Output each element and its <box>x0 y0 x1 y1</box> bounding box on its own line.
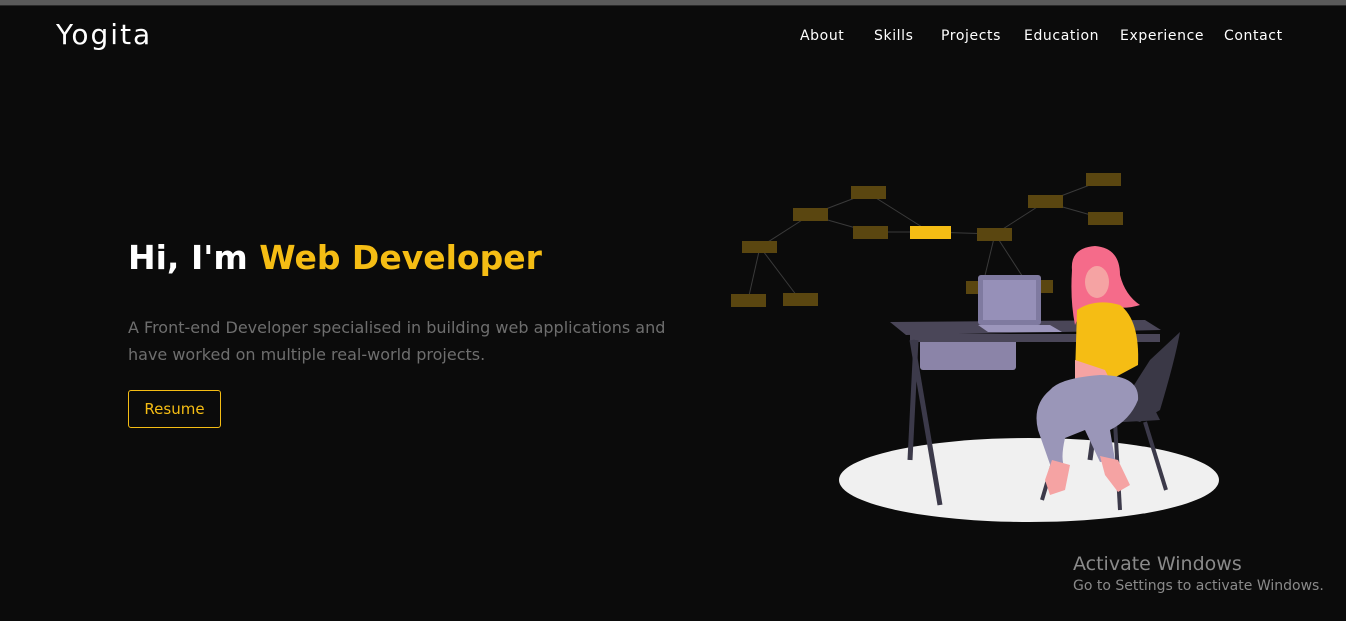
nav-experience[interactable]: Experience <box>1120 28 1204 44</box>
resume-button[interactable]: Resume <box>128 390 221 428</box>
watermark-title: Activate Windows <box>1073 553 1242 575</box>
hero-description: A Front-end Developer specialised in bui… <box>128 318 666 364</box>
hero-headline: Hi, I'm Web Developer <box>128 238 542 277</box>
windows-activation-watermark: Activate Windows Go to Settings to activ… <box>1073 553 1324 597</box>
nav-education[interactable]: Education <box>1024 28 1099 44</box>
developer-at-desk-illustration <box>731 173 1219 522</box>
browser-top-edge <box>0 0 1346 6</box>
main-nav: About Skills Projects Education Experien… <box>0 28 1346 48</box>
watermark-subtitle: Go to Settings to activate Windows. <box>1073 578 1324 594</box>
nav-about[interactable]: About <box>800 28 844 44</box>
hero-role: Web Developer <box>259 238 542 277</box>
hero-greeting: Hi, I'm <box>128 238 260 277</box>
nav-skills[interactable]: Skills <box>874 28 914 44</box>
nav-contact[interactable]: Contact <box>1224 28 1283 44</box>
nav-projects[interactable]: Projects <box>941 28 1001 44</box>
